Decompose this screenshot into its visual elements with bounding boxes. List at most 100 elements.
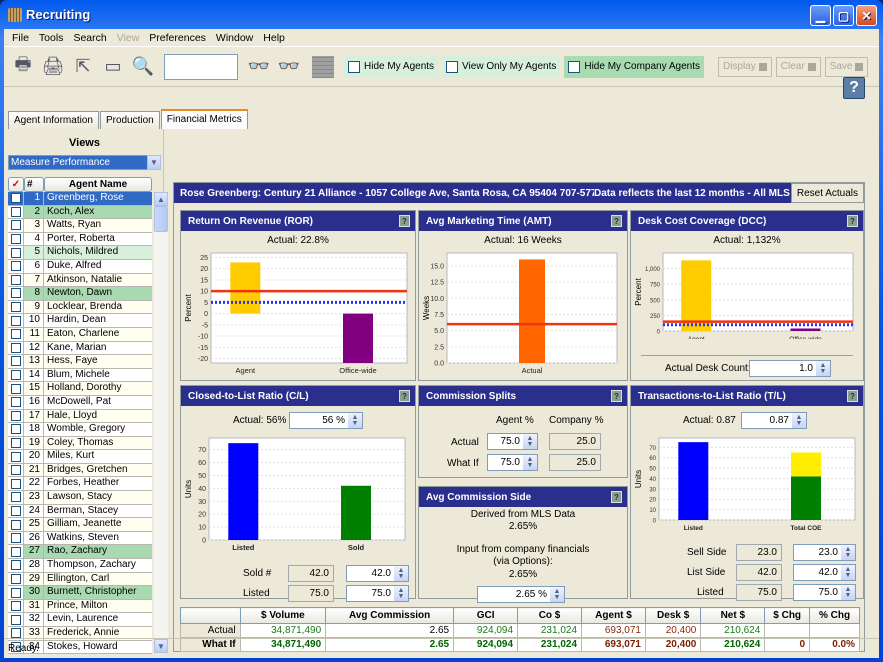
checkbox-box[interactable]	[10, 193, 21, 204]
checkbox-box[interactable]	[10, 533, 21, 544]
checkbox-box[interactable]	[10, 478, 21, 489]
checkbox-box[interactable]	[10, 560, 21, 571]
menu-file[interactable]: File	[7, 32, 34, 44]
help-icon[interactable]: ?	[611, 215, 622, 227]
spinner-arrows-icon[interactable]: ▲ ▼	[348, 413, 362, 428]
search-input[interactable]	[164, 53, 238, 80]
binoculars-icon[interactable]: 👓	[246, 54, 272, 80]
summary-column-header[interactable]: $ Chg	[764, 607, 811, 624]
agent-row[interactable]: 17 Hale, Lloyd	[8, 409, 152, 424]
checkbox-box[interactable]	[10, 437, 21, 448]
hide-my-agents-checkbox[interactable]: Hide My Agents	[344, 55, 439, 78]
spinner-arrows-icon[interactable]: ▲ ▼	[841, 565, 855, 580]
cl-whatif-spinner[interactable]: 56 % ▲ ▼	[289, 412, 363, 429]
agent-row[interactable]: 21 Bridges, Gretchen	[8, 463, 152, 478]
agent-row[interactable]: 4 Porter, Roberta	[8, 232, 152, 247]
summary-column-header[interactable]: Avg Commission	[325, 607, 455, 624]
row-checkbox[interactable]	[8, 559, 24, 572]
agent-row[interactable]: 10 Hardin, Dean	[8, 314, 152, 328]
checkbox-box[interactable]	[10, 614, 21, 625]
help-icon[interactable]: ?	[399, 390, 410, 402]
checkbox-box[interactable]	[10, 356, 21, 367]
checkbox-box[interactable]	[10, 383, 21, 394]
agent-row[interactable]: 31 Prince, Milton	[8, 599, 152, 614]
checkbox-box[interactable]	[10, 315, 21, 326]
checkbox-box[interactable]	[10, 234, 21, 245]
row-checkbox[interactable]	[8, 205, 24, 219]
checkbox-box[interactable]	[10, 288, 21, 299]
spinner-arrows-icon[interactable]: ▲ ▼	[523, 455, 537, 470]
tl-listed-spinner[interactable]: 75.0 ▲ ▼	[793, 584, 856, 601]
minimize-button[interactable]: ▁	[810, 5, 831, 26]
spinner-arrows-icon[interactable]: ▲ ▼	[394, 586, 408, 601]
spinner-arrows-icon[interactable]: ▲ ▼	[841, 585, 855, 600]
agent-row[interactable]: 16 McDowell, Pat	[8, 395, 152, 410]
view-only-my-agents-checkbox[interactable]: View Only My Agents	[442, 55, 561, 78]
row-checkbox[interactable]	[8, 423, 24, 436]
row-checkbox[interactable]	[8, 259, 24, 273]
menu-search[interactable]: Search	[68, 32, 111, 44]
checkbox-box[interactable]	[10, 587, 21, 598]
row-checkbox[interactable]	[8, 232, 24, 246]
help-icon[interactable]: ?	[847, 215, 858, 227]
spinner-arrows-icon[interactable]: ▲ ▼	[523, 434, 537, 449]
agent-row[interactable]: 15 Holland, Dorothy	[8, 382, 152, 396]
row-checkbox[interactable]	[8, 477, 24, 491]
menu-preferences[interactable]: Preferences	[144, 32, 211, 44]
agent-row[interactable]: 27 Rao, Zachary	[8, 545, 152, 560]
menu-help[interactable]: Help	[258, 32, 290, 44]
summary-column-header[interactable]: % Chg	[809, 607, 860, 624]
summary-column-header[interactable]: Agent $	[581, 607, 646, 624]
agent-row[interactable]: 8 Newton, Dawn	[8, 287, 152, 301]
agent-name-column-header[interactable]: Agent Name	[44, 177, 152, 192]
checkbox-box[interactable]	[10, 519, 21, 530]
send-icon[interactable]: ▭	[100, 54, 126, 80]
checkbox-box[interactable]	[10, 410, 21, 421]
checkbox-box[interactable]	[10, 220, 21, 231]
summary-column-header[interactable]: Co $	[517, 607, 583, 624]
agent-row[interactable]: 7 Atkinson, Natalie	[8, 273, 152, 288]
agent-row[interactable]: 14 Blum, Michele	[8, 368, 152, 383]
checkbox-box[interactable]	[10, 274, 21, 285]
summary-column-header[interactable]: Desk $	[644, 607, 702, 624]
binoculars-next-icon[interactable]: 👓	[276, 54, 302, 80]
checkbox-box[interactable]	[10, 492, 21, 503]
row-checkbox[interactable]	[8, 341, 24, 355]
desk-count-spinner[interactable]: 1.0 ▲ ▼	[749, 360, 831, 377]
summary-column-header[interactable]: Net $	[700, 607, 766, 624]
help-icon[interactable]: ?	[611, 491, 622, 503]
row-checkbox[interactable]	[8, 287, 24, 300]
check-all-header[interactable]: ✓	[8, 177, 24, 192]
row-checkbox[interactable]	[8, 518, 24, 531]
tl-whatif-spinner[interactable]: 0.87 ▲ ▼	[741, 412, 807, 429]
help-icon[interactable]: ?	[611, 390, 622, 402]
row-checkbox[interactable]	[8, 450, 24, 463]
agent-row[interactable]: 12 Kane, Marian	[8, 341, 152, 356]
spinner-arrows-icon[interactable]: ▲ ▼	[816, 361, 830, 376]
row-checkbox[interactable]	[8, 246, 24, 259]
agent-row[interactable]: 32 Levin, Laurence	[8, 613, 152, 627]
row-checkbox[interactable]	[8, 314, 24, 327]
row-checkbox[interactable]	[8, 531, 24, 545]
row-checkbox[interactable]	[8, 395, 24, 409]
close-button[interactable]: ✕	[856, 5, 877, 26]
checkbox-box[interactable]	[10, 397, 21, 408]
row-checkbox[interactable]	[8, 572, 24, 586]
checkbox-box[interactable]	[10, 329, 21, 340]
row-checkbox[interactable]	[8, 382, 24, 395]
checkbox-box[interactable]	[10, 628, 21, 639]
tab-production[interactable]: Production	[99, 111, 160, 129]
checkbox-box[interactable]	[10, 546, 21, 557]
agent-row[interactable]: 29 Ellington, Carl	[8, 572, 152, 587]
find-agent-icon[interactable]: 🔍	[130, 54, 156, 80]
agent-row[interactable]: 30 Burnett, Christopher	[8, 586, 152, 600]
agent-row[interactable]: 2 Koch, Alex	[8, 205, 152, 220]
checkbox-box[interactable]	[10, 601, 21, 612]
row-checkbox[interactable]	[8, 192, 24, 205]
agent-row[interactable]: 13 Hess, Faye	[8, 355, 152, 369]
help-icon[interactable]: ?	[399, 215, 410, 227]
views-dropdown[interactable]: Measure Performance ▼	[8, 155, 161, 170]
row-checkbox[interactable]	[8, 368, 24, 382]
menu-tools[interactable]: Tools	[34, 32, 69, 44]
agent-row[interactable]: 25 Gilliam, Jeanette	[8, 518, 152, 532]
